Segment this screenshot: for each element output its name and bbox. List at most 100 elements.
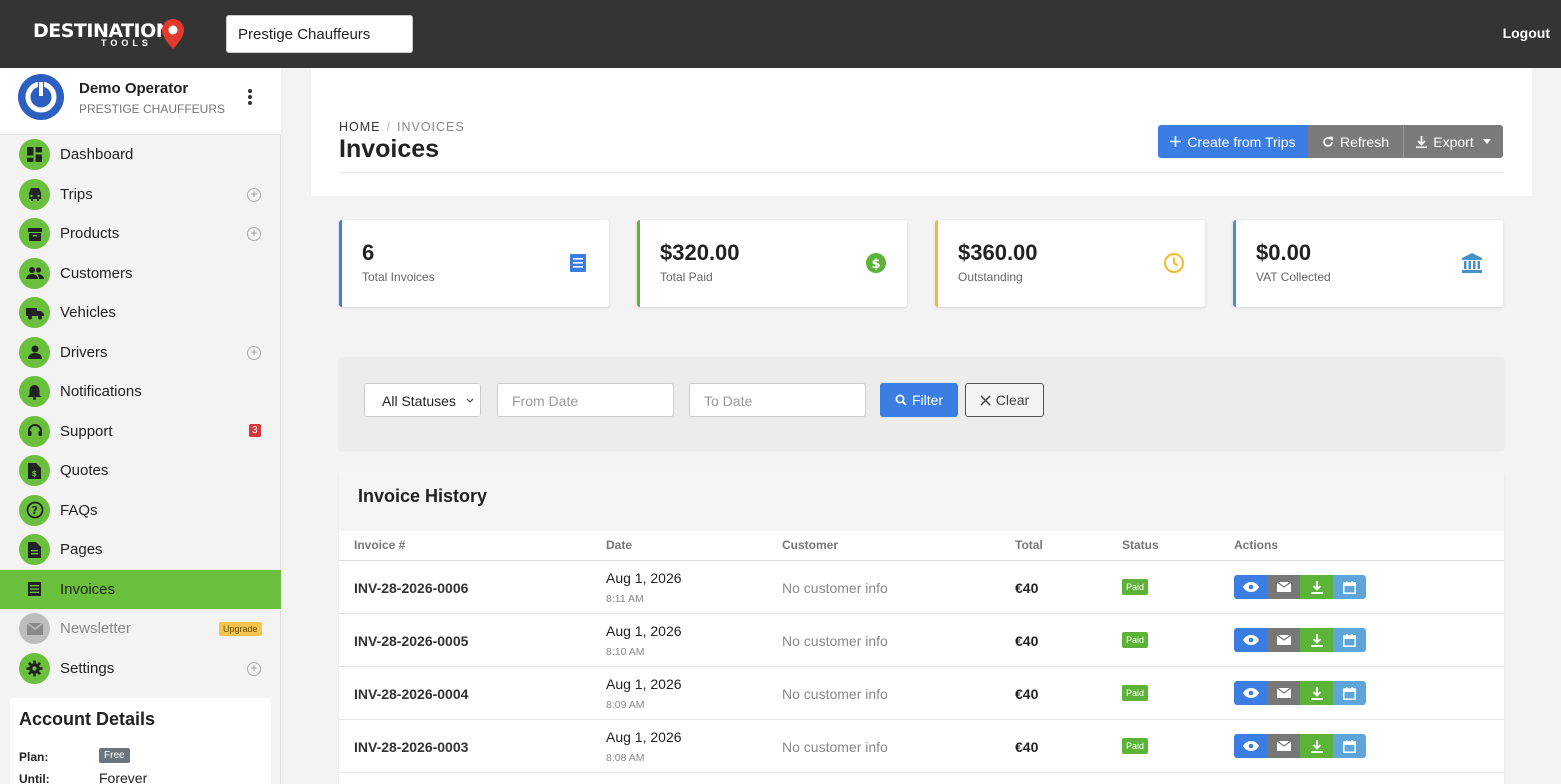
eye-icon: [1242, 582, 1259, 592]
download-button[interactable]: [1300, 681, 1333, 705]
invoice-number[interactable]: INV-28-2026-0006: [354, 580, 468, 596]
account-details-card: Account Details Plan: Free Until: Foreve…: [10, 698, 271, 784]
sidebar-item-trips[interactable]: Trips +: [0, 175, 281, 215]
stat-card-outstanding: $360.00 Outstanding: [935, 220, 1205, 307]
sidebar-item-vehicles[interactable]: Vehicles: [0, 293, 281, 333]
calendar-button[interactable]: [1333, 575, 1366, 599]
header-button-group: Create from Trips Refresh Export: [1158, 125, 1503, 158]
invoice-number[interactable]: INV-28-2026-0005: [354, 633, 468, 649]
receipt-icon: [19, 574, 50, 605]
invoice-time: 8:09 AM: [606, 699, 645, 711]
table-row: INV-28-2026-0004 Aug 1, 2026 8:09 AM No …: [339, 667, 1504, 720]
sidebar-item-label: Pages: [60, 541, 103, 558]
invoice-number[interactable]: INV-28-2026-0003: [354, 739, 468, 755]
sidebar-item-dashboard[interactable]: Dashboard: [0, 135, 281, 175]
calendar-button[interactable]: [1333, 628, 1366, 652]
column-header: Actions: [1234, 538, 1279, 552]
sidebar-item-label: Support: [60, 422, 113, 440]
view-button[interactable]: [1234, 734, 1267, 758]
eye-icon: [1242, 635, 1259, 645]
invoice-history-card: Invoice History Invoice # Date Customer …: [339, 472, 1504, 784]
add-circle-icon[interactable]: +: [247, 345, 261, 360]
gear-icon: [19, 652, 50, 684]
download-button[interactable]: [1300, 734, 1333, 758]
upgrade-badge[interactable]: Upgrade: [219, 622, 262, 636]
sidebar-item-newsletter[interactable]: Newsletter Upgrade: [0, 609, 281, 649]
logout-link[interactable]: Logout: [1503, 25, 1550, 41]
sidebar-item-support[interactable]: Support 3: [0, 412, 281, 452]
export-dropdown-button[interactable]: Export: [1403, 125, 1503, 158]
add-circle-icon[interactable]: +: [247, 227, 261, 241]
status-select[interactable]: All Statuses: [364, 383, 481, 417]
sidebar-item-drivers[interactable]: Drivers +: [0, 333, 281, 373]
users-icon: [19, 257, 50, 289]
eye-icon: [1242, 741, 1259, 751]
view-button[interactable]: [1234, 681, 1267, 705]
email-button[interactable]: [1267, 681, 1300, 705]
sidebar-item-notifications[interactable]: Notifications: [0, 372, 281, 412]
from-date-input[interactable]: From Date: [497, 383, 674, 417]
breadcrumb-current: INVOICES: [396, 120, 465, 134]
sidebar-item-settings[interactable]: Settings +: [0, 649, 281, 689]
sidebar-nav: Dashboard Trips + Products + Customers V…: [0, 135, 281, 688]
sidebar-item-label: Quotes: [60, 462, 109, 479]
calendar-icon: [1343, 686, 1356, 700]
support-count-badge: 3: [249, 423, 261, 437]
stat-card-total-invoices: 6 Total Invoices: [339, 220, 609, 307]
invoice-date: Aug 1, 2026: [606, 623, 682, 639]
user-company: PRESTIGE CHAUFFEURS: [79, 102, 226, 116]
kebab-menu-icon[interactable]: [240, 87, 260, 107]
search-icon: [895, 394, 907, 406]
page-icon: [19, 534, 50, 565]
table-row: INV-28-2026-0003 Aug 1, 2026 8:08 AM No …: [339, 720, 1504, 773]
archive-icon: [19, 218, 50, 249]
download-button[interactable]: [1300, 628, 1333, 652]
sidebar-item-pages[interactable]: Pages: [0, 530, 281, 570]
company-select[interactable]: Prestige Chauffeurs: [226, 15, 413, 53]
filter-button[interactable]: Filter: [880, 383, 958, 417]
calendar-button[interactable]: [1333, 734, 1366, 758]
until-value: Forever: [99, 770, 148, 784]
eye-icon: [1242, 688, 1259, 698]
email-button[interactable]: [1267, 628, 1300, 652]
download-icon: [1310, 686, 1323, 700]
add-circle-icon[interactable]: +: [247, 661, 261, 676]
mail-icon: [1276, 688, 1291, 698]
mail-icon: [1276, 635, 1291, 645]
email-button[interactable]: [1267, 734, 1300, 758]
table-row: INV-28-2026-0005 Aug 1, 2026 8:10 AM No …: [339, 614, 1504, 667]
calendar-button[interactable]: [1333, 681, 1366, 705]
view-button[interactable]: [1234, 575, 1267, 599]
destination-tools-logo[interactable]: DESTINATION TOOLS: [33, 17, 193, 51]
export-label: Export: [1433, 133, 1474, 150]
view-button[interactable]: [1234, 628, 1267, 652]
breadcrumb-home[interactable]: HOME: [339, 120, 381, 134]
to-date-input[interactable]: To Date: [689, 383, 866, 417]
status-select-value: All Statuses: [382, 393, 456, 409]
invoice-number[interactable]: INV-28-2026-0004: [354, 686, 468, 702]
sidebar: Demo Operator PRESTIGE CHAUFFEURS Dashbo…: [0, 68, 281, 784]
email-button[interactable]: [1267, 575, 1300, 599]
refresh-icon: [1323, 136, 1333, 147]
plus-icon: [1170, 136, 1182, 147]
status-badge: Paid: [1122, 632, 1149, 648]
invoice-customer: No customer info: [782, 686, 888, 702]
sidebar-item-invoices[interactable]: Invoices: [0, 569, 281, 609]
sidebar-item-label: Newsletter: [60, 620, 131, 637]
sidebar-item-products[interactable]: Products +: [0, 214, 281, 254]
create-from-trips-button[interactable]: Create from Trips: [1158, 125, 1308, 158]
add-circle-icon[interactable]: +: [247, 187, 261, 202]
sidebar-item-label: Vehicles: [60, 304, 116, 321]
avatar[interactable]: [18, 74, 64, 120]
clear-button[interactable]: Clear: [965, 383, 1044, 417]
sidebar-item-customers[interactable]: Customers: [0, 254, 281, 294]
refresh-button[interactable]: Refresh: [1308, 125, 1403, 158]
invoice-history-title: Invoice History: [358, 486, 488, 506]
sidebar-item-quotes[interactable]: $ Quotes: [0, 451, 281, 491]
stat-label: Total Paid: [660, 270, 713, 284]
download-button[interactable]: [1300, 575, 1333, 599]
download-icon: [1310, 739, 1323, 753]
row-actions: [1234, 734, 1366, 758]
user-name: Demo Operator: [79, 80, 189, 97]
sidebar-item-faqs[interactable]: ? FAQs: [0, 491, 281, 531]
